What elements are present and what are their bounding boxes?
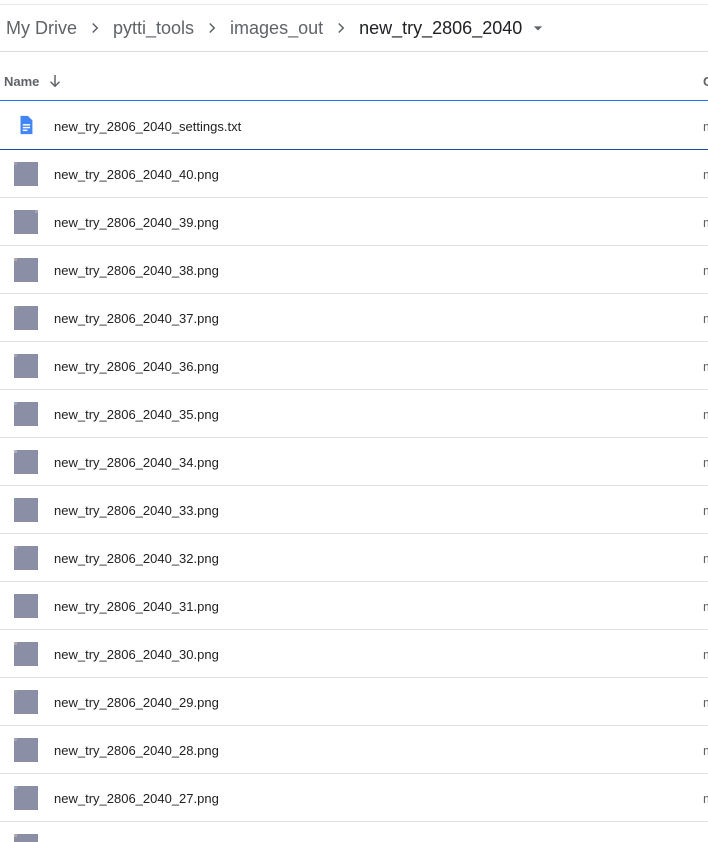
image-thumbnail-icon: [14, 690, 38, 714]
file-owner: m: [703, 743, 708, 758]
file-name: new_try_2806_2040_34.png: [54, 455, 219, 470]
file-list-header: Name O: [0, 53, 708, 101]
image-thumbnail-icon: [14, 498, 38, 522]
file-owner: m: [703, 263, 708, 278]
file-row[interactable]: new_try_2806_2040_34.png m: [0, 438, 708, 486]
file-name: new_try_2806_2040_30.png: [54, 647, 219, 662]
file-name: new_try_2806_2040_39.png: [54, 215, 219, 230]
file-name: new_try_2806_2040_27.png: [54, 791, 219, 806]
file-row[interactable]: new_try_2806_2040_32.png m: [0, 534, 708, 582]
file-row[interactable]: new_try_2806_2040_35.png m: [0, 390, 708, 438]
breadcrumb-item-images-out[interactable]: images_out: [230, 18, 323, 39]
file-name: new_try_2806_2040_29.png: [54, 695, 219, 710]
image-thumbnail-icon: [14, 258, 38, 282]
file-owner: m: [703, 551, 708, 566]
chevron-right-icon: [194, 18, 230, 38]
file-owner: m: [703, 215, 708, 230]
image-thumbnail-icon: [14, 450, 38, 474]
image-thumbnail-icon: [14, 354, 38, 378]
chevron-right-icon: [323, 18, 359, 38]
file-owner: m: [703, 311, 708, 326]
file-owner: m: [703, 119, 708, 134]
image-thumbnail-icon: [14, 738, 38, 762]
breadcrumb-current-folder[interactable]: new_try_2806_2040: [359, 18, 522, 39]
file-row[interactable]: new_try_2806_2040_29.png m: [0, 678, 708, 726]
file-list: new_try_2806_2040_settings.txtmnew_try_2…: [0, 102, 708, 842]
file-name: new_try_2806_2040_28.png: [54, 743, 219, 758]
file-row[interactable]: new_try_2806_2040_28.png m: [0, 726, 708, 774]
image-thumbnail-icon: [14, 594, 38, 618]
file-owner: m: [703, 455, 708, 470]
file-row[interactable]: new_try_2806_2040_39.png m: [0, 198, 708, 246]
image-thumbnail-icon: [14, 162, 38, 186]
file-row[interactable]: new_try_2806_2040_settings.txt m: [0, 102, 708, 150]
file-name: new_try_2806_2040_38.png: [54, 263, 219, 278]
image-thumbnail-icon: [14, 210, 38, 234]
file-row-partial[interactable]: [0, 822, 708, 842]
image-thumbnail-icon: [14, 786, 38, 810]
file-owner: m: [703, 647, 708, 662]
file-row[interactable]: new_try_2806_2040_27.png m: [0, 774, 708, 822]
file-owner: m: [703, 695, 708, 710]
file-owner: m: [703, 503, 708, 518]
file-name: new_try_2806_2040_31.png: [54, 599, 219, 614]
image-thumbnail-icon: [14, 306, 38, 330]
file-owner: m: [703, 167, 708, 182]
file-name: new_try_2806_2040_37.png: [54, 311, 219, 326]
file-owner: m: [703, 407, 708, 422]
file-name: new_try_2806_2040_36.png: [54, 359, 219, 374]
chevron-right-icon: [77, 18, 113, 38]
file-name: new_try_2806_2040_32.png: [54, 551, 219, 566]
file-row[interactable]: new_try_2806_2040_40.png m: [0, 150, 708, 198]
image-thumbnail-icon: [14, 642, 38, 666]
image-thumbnail-icon: [14, 834, 38, 842]
file-owner: m: [703, 359, 708, 374]
text-document-icon: [15, 114, 37, 136]
breadcrumb-item-pytti-tools[interactable]: pytti_tools: [113, 18, 194, 39]
file-name: new_try_2806_2040_40.png: [54, 167, 219, 182]
dropdown-arrow-icon[interactable]: [528, 18, 548, 38]
file-name: new_try_2806_2040_settings.txt: [54, 119, 242, 134]
owner-column-header[interactable]: O: [703, 74, 708, 89]
image-thumbnail-icon: [14, 402, 38, 426]
file-row[interactable]: new_try_2806_2040_38.png m: [0, 246, 708, 294]
name-column-header[interactable]: Name: [4, 74, 39, 89]
file-name: new_try_2806_2040_35.png: [54, 407, 219, 422]
file-row[interactable]: new_try_2806_2040_30.png m: [0, 630, 708, 678]
sort-arrow-down-icon[interactable]: [46, 72, 64, 90]
file-name: new_try_2806_2040_33.png: [54, 503, 219, 518]
file-row[interactable]: new_try_2806_2040_37.png m: [0, 294, 708, 342]
breadcrumb-item-my-drive[interactable]: My Drive: [6, 18, 77, 39]
file-row[interactable]: new_try_2806_2040_33.png m: [0, 486, 708, 534]
file-owner: m: [703, 599, 708, 614]
breadcrumb: My Drive pytti_tools images_out new_try_…: [0, 5, 708, 52]
file-row[interactable]: new_try_2806_2040_36.png m: [0, 342, 708, 390]
file-row[interactable]: new_try_2806_2040_31.png m: [0, 582, 708, 630]
file-owner: m: [703, 791, 708, 806]
image-thumbnail-icon: [14, 546, 38, 570]
